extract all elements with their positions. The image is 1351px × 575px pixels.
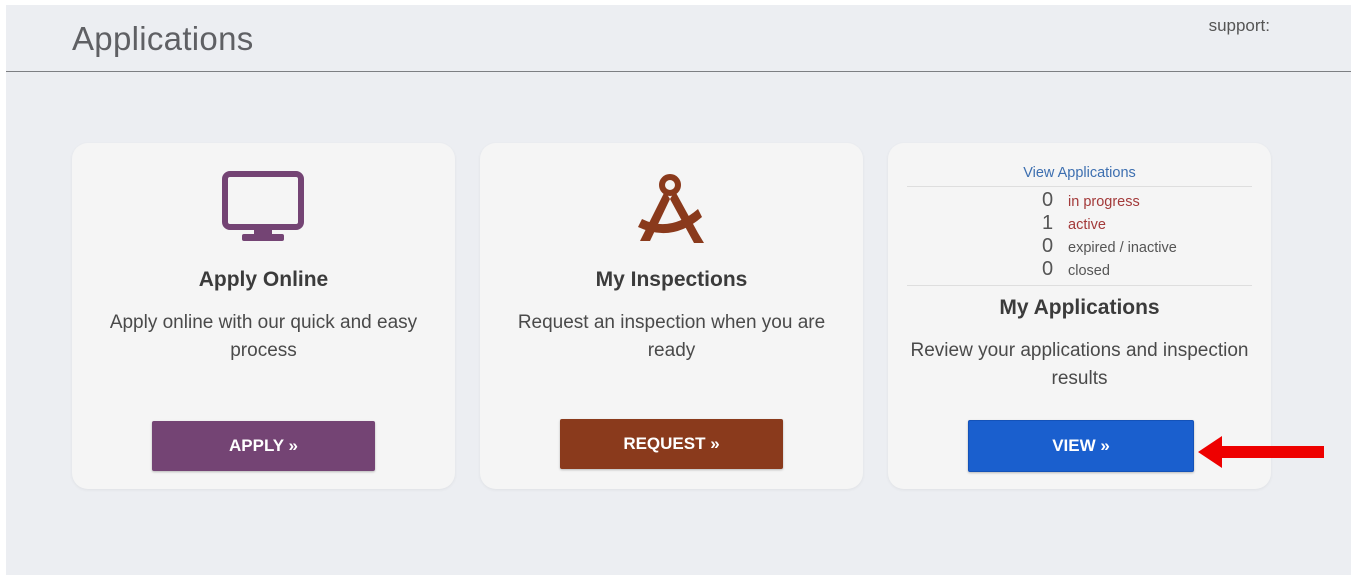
apply-online-description: Apply online with our quick and easy pro… xyxy=(109,312,418,361)
stat-closed: 0 closed xyxy=(1042,258,1110,281)
page-header: Applications support: xyxy=(6,5,1351,72)
stat-count: 1 xyxy=(1042,212,1054,234)
my-inspections-description: Request an inspection when you are ready xyxy=(517,312,826,361)
stat-active: 1 active xyxy=(1042,212,1106,235)
stat-count: 0 xyxy=(1042,235,1054,257)
monitor-icon xyxy=(222,171,304,248)
divider xyxy=(907,186,1252,187)
stat-count: 0 xyxy=(1042,189,1054,211)
my-inspections-title: My Inspections xyxy=(595,268,748,291)
stat-label: closed xyxy=(1068,263,1110,279)
view-applications-link[interactable]: View Applications xyxy=(888,165,1271,181)
apply-button[interactable]: APPLY » xyxy=(152,421,375,471)
stat-label: active xyxy=(1068,217,1106,233)
compass-icon xyxy=(632,171,708,250)
divider xyxy=(907,285,1252,286)
stat-label: expired / inactive xyxy=(1068,240,1177,256)
apply-online-title: Apply Online xyxy=(198,268,329,291)
view-button[interactable]: VIEW » xyxy=(968,420,1194,472)
stat-count: 0 xyxy=(1042,258,1054,280)
stat-in-progress: 0 in progress xyxy=(1042,189,1140,212)
support-label: support: xyxy=(1208,16,1270,35)
my-inspections-card: My Inspections Request an inspection whe… xyxy=(480,143,863,489)
stat-label: in progress xyxy=(1068,194,1140,210)
request-button[interactable]: REQUEST » xyxy=(560,419,783,469)
my-applications-title: My Applications xyxy=(999,296,1160,319)
my-applications-description: Review your applications and inspection … xyxy=(910,340,1249,389)
stat-expired-inactive: 0 expired / inactive xyxy=(1042,235,1177,258)
red-arrow-left-icon xyxy=(1198,434,1326,475)
page-title: Applications xyxy=(72,20,254,57)
apply-online-card: Apply Online Apply online with our quick… xyxy=(72,143,455,489)
